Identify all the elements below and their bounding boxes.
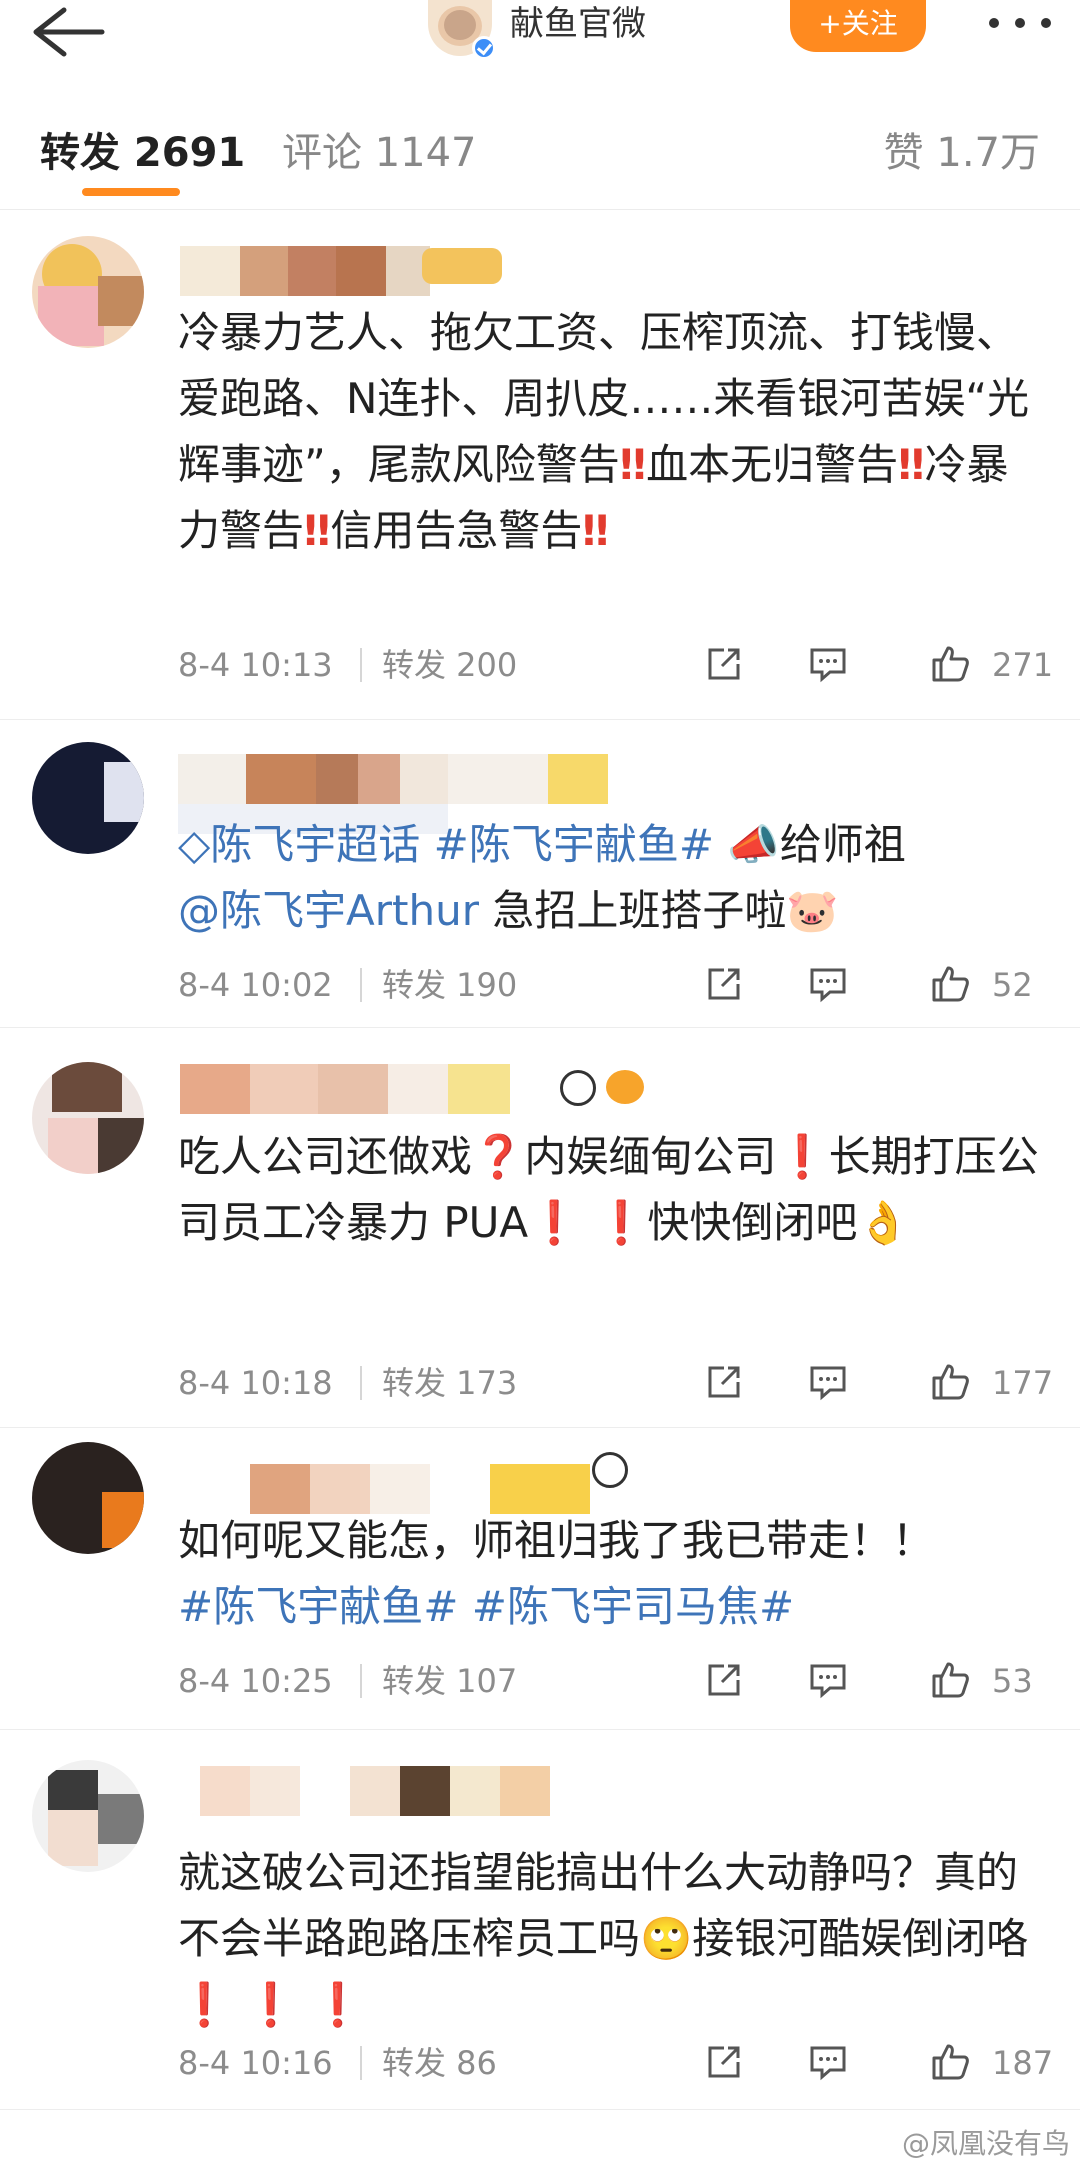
username-redacted[interactable]	[250, 1464, 630, 1514]
list-item[interactable]: ◇陈飞宇超话 #陈飞宇献鱼# 📣给师祖 @陈飞宇Arthur 急招上班搭子啦🐷 …	[0, 720, 1080, 1028]
username-redacted[interactable]	[200, 1766, 550, 1816]
mention-link[interactable]: @陈飞宇Arthur	[178, 886, 479, 935]
thumbs-up-icon[interactable]	[930, 1362, 970, 1402]
thumbs-up-icon[interactable]	[930, 1660, 970, 1700]
avatar[interactable]	[32, 1760, 144, 1872]
comment-time: 8-4 10:18	[178, 1364, 333, 1402]
comment-text: 冷暴力艺人、拖欠工资、压榨顶流、打钱慢、爱跑路、N连扑、周扒皮……来看银河苦娱“…	[178, 308, 1030, 555]
topic-link[interactable]: #陈飞宇司马焦#	[472, 1582, 794, 1631]
like-count: 187	[992, 2044, 1054, 2082]
verified-badge-icon	[472, 36, 496, 60]
account-name[interactable]: 献鱼官微	[510, 0, 646, 48]
comment-icon[interactable]	[808, 1362, 848, 1402]
thumbs-up-icon[interactable]	[930, 964, 970, 1004]
comment-icon[interactable]	[808, 1660, 848, 1700]
like-count: 271	[992, 646, 1054, 684]
tab-repost[interactable]: 转发 2691	[40, 120, 245, 178]
bottom-toolbar-edge	[0, 2150, 1080, 2166]
share-icon[interactable]	[704, 964, 744, 1004]
repost-count[interactable]: 转发 173	[382, 1358, 517, 1408]
comment-meta: 8-4 10:13 转发 200 271	[178, 640, 1053, 690]
repost-count[interactable]: 转发 107	[382, 1656, 517, 1706]
avatar[interactable]	[32, 236, 144, 348]
share-icon[interactable]	[704, 2042, 744, 2082]
follow-button[interactable]: +关注	[790, 0, 926, 52]
divider	[360, 968, 362, 1002]
repost-count[interactable]: 转发 86	[382, 2038, 497, 2088]
comment-icon[interactable]	[808, 964, 848, 1004]
username-redacted[interactable]	[178, 754, 618, 804]
topic-link[interactable]: #陈飞宇献鱼#	[178, 1582, 458, 1631]
level-badge-icon	[422, 248, 502, 284]
share-icon[interactable]	[704, 1660, 744, 1700]
divider	[360, 1664, 362, 1698]
tab-bar: 转发 2691 评论 1147 赞 1.7万	[0, 100, 1080, 210]
divider	[360, 1366, 362, 1400]
comment-text: 吃人公司还做戏❓内娱缅甸公司❗长期打压公司员工冷暴力 PUA❗ ❗快快倒闭吧👌	[178, 1132, 1039, 1247]
like-count: 52	[992, 966, 1033, 1004]
panda-emoji-icon	[592, 1452, 628, 1488]
comment-time: 8-4 10:13	[178, 646, 333, 684]
list-item[interactable]: 就这破公司还指望能搞出什么大动静吗？真的不会半路跑路压榨员工吗🙄接银河酷娱倒闭咯…	[0, 1730, 1080, 2110]
comment-text: 如何呢又能怎，师祖归我了我已带走！！ #陈飞宇献鱼# #陈飞宇司马焦#	[178, 1516, 935, 1631]
active-tab-indicator	[82, 188, 180, 196]
list-item[interactable]: 如何呢又能怎，师祖归我了我已带走！！ #陈飞宇献鱼# #陈飞宇司马焦# 8-4 …	[0, 1428, 1080, 1730]
like-count: 53	[992, 1662, 1033, 1700]
repost-count[interactable]: 转发 190	[382, 960, 517, 1010]
pufferfish-emoji-icon	[606, 1070, 644, 1104]
top-bar: 献鱼官微 +关注	[0, 0, 1080, 80]
comment-icon[interactable]	[808, 644, 848, 684]
comment-time: 8-4 10:16	[178, 2044, 333, 2082]
topic-link[interactable]: #陈飞宇献鱼#	[434, 820, 714, 869]
comment-icon[interactable]	[808, 2042, 848, 2082]
thumbs-up-icon[interactable]	[930, 644, 970, 684]
thumbs-up-icon[interactable]	[930, 2042, 970, 2082]
more-dots-icon[interactable]	[985, 10, 1055, 34]
username-redacted[interactable]	[180, 246, 430, 296]
comment-meta: 8-4 10:16 转发 86 187	[178, 2038, 1053, 2088]
list-item[interactable]: 吃人公司还做戏❓内娱缅甸公司❗长期打压公司员工冷暴力 PUA❗ ❗快快倒闭吧👌 …	[0, 1028, 1080, 1428]
comment-text: ◇陈飞宇超话 #陈飞宇献鱼# 📣给师祖 @陈飞宇Arthur 急招上班搭子啦🐷	[178, 820, 906, 935]
comment-text: 就这破公司还指望能搞出什么大动静吗？真的不会半路跑路压榨员工吗🙄接银河酷娱倒闭咯…	[178, 1848, 1029, 2029]
like-count: 177	[992, 1364, 1054, 1402]
username-redacted[interactable]	[180, 1064, 550, 1114]
comment-meta: 8-4 10:02 转发 190 52	[178, 960, 1048, 1010]
panda-emoji-icon	[560, 1070, 596, 1106]
comment-time: 8-4 10:02	[178, 966, 333, 1004]
arrow-left-icon[interactable]	[26, 4, 106, 60]
avatar[interactable]	[32, 1442, 144, 1554]
avatar[interactable]	[32, 1062, 144, 1174]
divider	[360, 648, 362, 682]
comment-time: 8-4 10:25	[178, 1662, 333, 1700]
divider	[360, 2046, 362, 2080]
comment-meta: 8-4 10:25 转发 107 53	[178, 1656, 1048, 1706]
list-item[interactable]: 冷暴力艺人、拖欠工资、压榨顶流、打钱慢、爱跑路、N连扑、周扒皮……来看银河苦娱“…	[0, 212, 1080, 720]
avatar[interactable]	[32, 742, 144, 854]
share-icon[interactable]	[704, 644, 744, 684]
repost-count[interactable]: 转发 200	[382, 640, 517, 690]
tab-comments[interactable]: 评论 1147	[282, 120, 477, 178]
share-icon[interactable]	[704, 1362, 744, 1402]
tab-likes[interactable]: 赞 1.7万	[884, 120, 1040, 178]
super-topic-link[interactable]: ◇陈飞宇超话	[178, 820, 420, 869]
comment-meta: 8-4 10:18 转发 173 177	[178, 1358, 1053, 1408]
